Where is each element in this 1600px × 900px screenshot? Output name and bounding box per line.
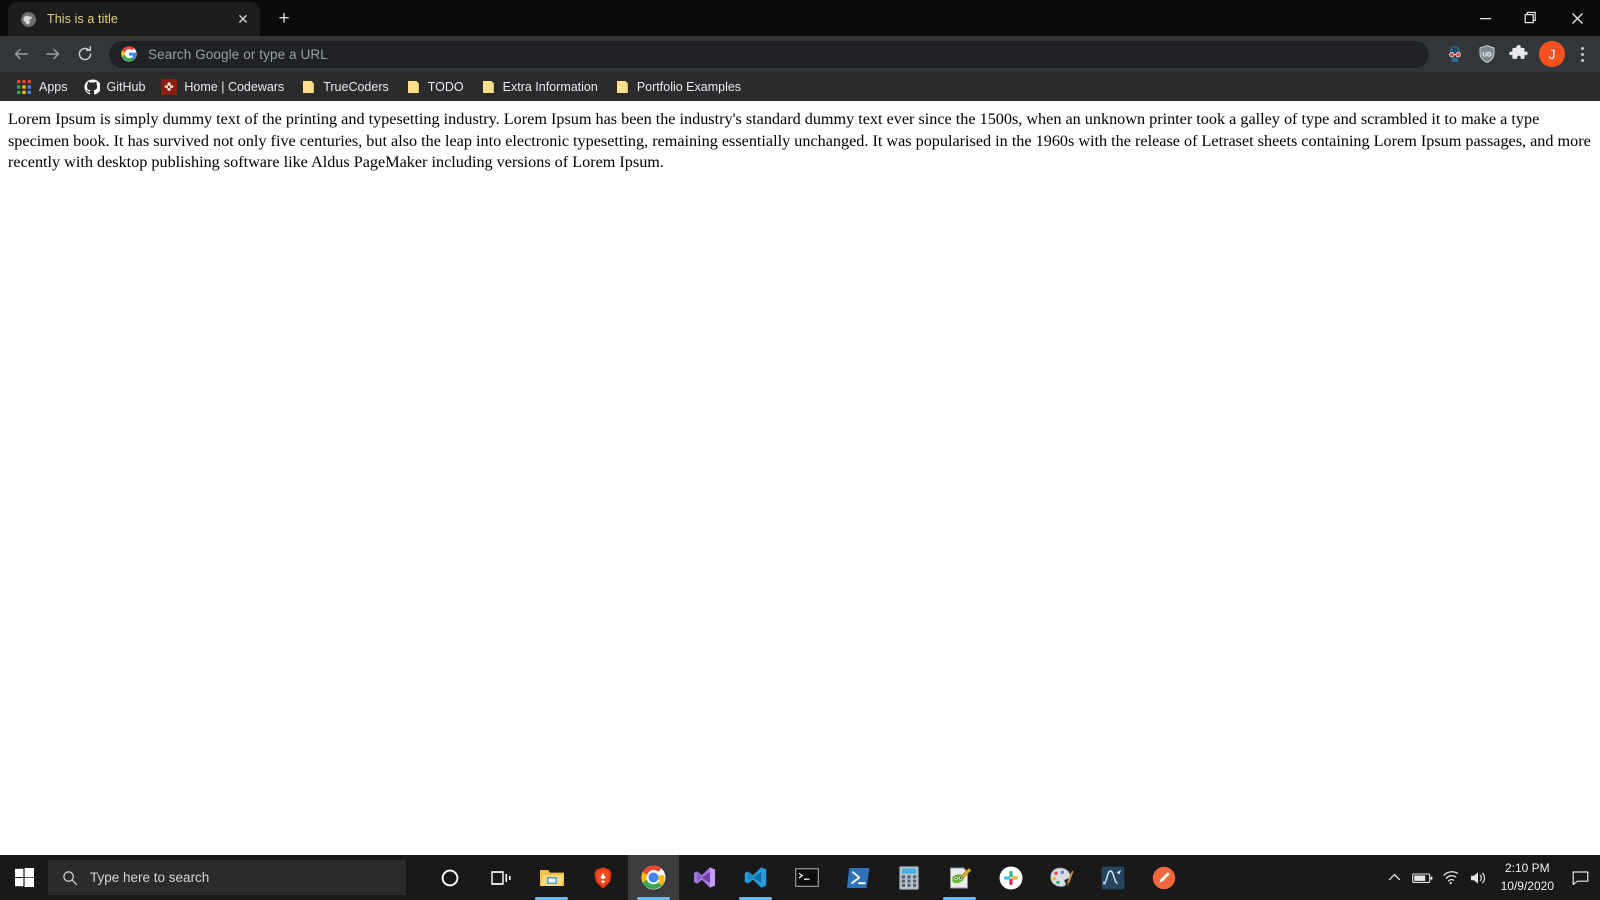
window-controls — [1462, 0, 1600, 36]
task-view-button[interactable] — [475, 855, 526, 900]
bookmark-portfolio-examples[interactable]: Portfolio Examples — [606, 76, 749, 98]
chrome-browser-window: This is a title ✕ + Search Google or typ… — [0, 0, 1600, 855]
calculator-button[interactable] — [883, 855, 934, 900]
visual-studio-button[interactable] — [679, 855, 730, 900]
globe-favicon — [21, 11, 36, 27]
browser-tab[interactable]: This is a title ✕ — [8, 2, 260, 36]
bookmark-label: Extra Information — [502, 79, 598, 94]
address-bar-placeholder: Search Google or type a URL — [148, 46, 328, 62]
bookmark-apps[interactable]: Apps — [8, 76, 76, 98]
profile-avatar[interactable]: J — [1539, 41, 1565, 67]
powershell-icon — [846, 867, 869, 888]
svg-text:UD: UD — [1482, 51, 1492, 58]
menu-dot — [1580, 52, 1584, 56]
paint-palette-icon — [1050, 867, 1074, 887]
ublock-shield-extension-icon[interactable]: UD — [1473, 40, 1501, 68]
bookmark-github[interactable]: GitHub — [76, 76, 154, 98]
cortana-button[interactable] — [424, 855, 475, 900]
menu-dot — [1580, 46, 1584, 50]
cortana-circle-icon — [441, 869, 458, 886]
address-bar[interactable]: Search Google or type a URL — [109, 40, 1429, 68]
restore-button[interactable] — [1508, 0, 1554, 36]
bookmark-label: Apps — [39, 79, 68, 94]
bookmark-truecoders[interactable]: TrueCoders — [292, 76, 397, 98]
notepad-plus-plus-button[interactable] — [934, 855, 985, 900]
bookmark-label: TrueCoders — [323, 79, 389, 94]
bookmark-todo[interactable]: TODO — [397, 76, 472, 98]
taskbar-app-icons — [424, 855, 1189, 900]
github-icon — [84, 79, 100, 95]
page-body-text: Lorem Ipsum is simply dummy text of the … — [8, 110, 1591, 172]
system-tray: 2:10 PM 10/9/2020 — [1381, 855, 1600, 900]
vs-code-button[interactable] — [730, 855, 781, 900]
tab-title: This is a title — [47, 12, 118, 26]
bookmark-extra-information[interactable]: Extra Information — [472, 76, 606, 98]
start-button[interactable] — [0, 855, 48, 900]
postman-button[interactable] — [1138, 855, 1189, 900]
battery-icon[interactable] — [1409, 855, 1437, 900]
navigation-toolbar: Search Google or type a URL UD J — [0, 36, 1600, 72]
tab-close-button[interactable]: ✕ — [232, 8, 254, 30]
menu-dot — [1580, 58, 1584, 62]
close-window-button[interactable] — [1554, 0, 1600, 36]
file-explorer-button[interactable] — [526, 855, 577, 900]
codewars-icon — [161, 78, 178, 95]
folder-icon — [303, 80, 315, 93]
apps-grid-icon — [17, 79, 31, 94]
windows-taskbar: Type here to search 2:10 PM 10/9/2020 — [0, 855, 1600, 900]
slack-icon — [999, 866, 1022, 889]
notepad-plus-plus-icon — [949, 867, 971, 888]
chrome-menu-button[interactable] — [1570, 39, 1594, 69]
taskbar-search-input[interactable]: Type here to search — [48, 860, 406, 895]
vs-code-icon — [744, 867, 767, 888]
volume-icon[interactable] — [1465, 855, 1493, 900]
chrome-button[interactable] — [628, 855, 679, 900]
folder-icon — [616, 80, 628, 93]
bookmark-label: GitHub — [106, 79, 146, 94]
extensions-puzzle-icon[interactable] — [1505, 40, 1533, 68]
terminal-button[interactable] — [781, 855, 832, 900]
search-icon — [63, 870, 78, 885]
back-button[interactable] — [6, 39, 36, 69]
action-center-icon[interactable] — [1566, 855, 1594, 900]
wifi-icon[interactable] — [1437, 855, 1465, 900]
forward-button[interactable] — [38, 39, 68, 69]
chrome-icon — [641, 865, 666, 890]
bookmark-label: Home | Codewars — [184, 79, 285, 94]
new-tab-button[interactable]: + — [270, 5, 298, 33]
folder-icon — [407, 80, 419, 93]
reload-button[interactable] — [70, 39, 100, 69]
tab-strip: This is a title ✕ + — [0, 0, 1600, 36]
taskbar-search-placeholder: Type here to search — [90, 870, 210, 885]
visual-studio-icon — [693, 867, 716, 888]
calculator-icon — [898, 865, 919, 890]
file-explorer-icon — [539, 869, 564, 886]
taskbar-clock[interactable]: 2:10 PM 10/9/2020 — [1493, 855, 1566, 900]
google-g-icon — [121, 46, 137, 62]
folder-icon — [482, 80, 494, 93]
curve-tool-button[interactable] — [1087, 855, 1138, 900]
show-hidden-icons-button[interactable] — [1381, 855, 1409, 900]
task-view-icon — [490, 870, 511, 885]
bookmark-label: TODO — [427, 79, 464, 94]
bookmarks-bar: Apps GitHub Home | Codewars TrueCoders T… — [0, 72, 1600, 101]
bookmark-codewars[interactable]: Home | Codewars — [153, 76, 292, 98]
minimize-button[interactable] — [1462, 0, 1508, 36]
brave-lion-icon — [594, 867, 611, 888]
clock-time: 2:10 PM — [1504, 861, 1550, 876]
clock-date: 10/9/2020 — [1500, 878, 1554, 893]
terminal-icon — [794, 868, 819, 887]
powershell-button[interactable] — [832, 855, 883, 900]
slack-button[interactable] — [985, 855, 1036, 900]
paint-button[interactable] — [1036, 855, 1087, 900]
hacker-glasses-extension-icon[interactable] — [1441, 40, 1469, 68]
brave-button[interactable] — [577, 855, 628, 900]
page-viewport: Lorem Ipsum is simply dummy text of the … — [0, 101, 1600, 855]
postman-icon — [1152, 866, 1175, 889]
bookmark-label: Portfolio Examples — [636, 79, 742, 94]
curve-editor-icon — [1101, 866, 1124, 889]
